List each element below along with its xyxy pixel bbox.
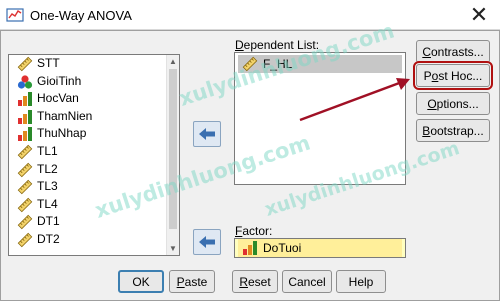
ordinal-bars-icon	[243, 241, 257, 255]
variable-list-item[interactable]: ThamNien	[9, 108, 166, 126]
scale-ruler-icon	[17, 197, 33, 213]
variable-list-item[interactable]: GioiTinh	[9, 73, 166, 91]
window-title: One-Way ANOVA	[30, 8, 132, 23]
variable-list-item[interactable]: ThuNhap	[9, 125, 166, 143]
scale-ruler-icon	[242, 56, 258, 72]
variable-list-item[interactable]: TL4	[9, 196, 166, 214]
reset-button[interactable]: Reset	[232, 270, 278, 293]
move-to-factor-button[interactable]	[193, 229, 221, 255]
variable-list-item[interactable]: TL3	[9, 178, 166, 196]
variable-list-item[interactable]: TL2	[9, 161, 166, 179]
variable-list-item[interactable]: HocVan	[9, 90, 166, 108]
dependent-item[interactable]: F_HL	[238, 55, 402, 73]
variable-list-item[interactable]: STT	[9, 55, 166, 73]
close-button[interactable]: ✕	[458, 0, 500, 30]
contrasts-button[interactable]: Contrasts...	[416, 40, 490, 63]
variable-list-item[interactable]: DT1	[9, 213, 166, 231]
variable-name: ThamNien	[37, 108, 93, 123]
scroll-up-icon[interactable]: ▲	[167, 55, 179, 68]
variable-list-scrollbar[interactable]: ▲ ▼	[166, 55, 179, 255]
dependent-list-label: Dependent List:	[235, 38, 320, 52]
bootstrap-button[interactable]: Bootstrap...	[416, 119, 490, 142]
scale-ruler-icon	[17, 144, 33, 160]
variable-name: DT1	[37, 214, 60, 229]
ordinal-bars-icon	[18, 92, 32, 107]
variable-name: TL2	[37, 161, 58, 176]
factor-field[interactable]: DoTuoi	[234, 238, 406, 258]
variable-name: GioiTinh	[37, 73, 82, 88]
variable-name: ThuNhap	[37, 126, 87, 141]
variable-name: DT2	[37, 231, 60, 246]
scale-ruler-icon	[17, 232, 33, 248]
scale-ruler-icon	[17, 215, 33, 230]
variable-name: HocVan	[37, 91, 79, 106]
variable-source-list[interactable]: STT GioiTinh HocVan ThamNien ThuNhap TL1 TL2 TL…	[8, 54, 180, 256]
post-hoc-button[interactable]: Po st Hoc...	[413, 61, 493, 90]
factor-label: Factor:	[235, 224, 273, 238]
arrow-left-icon	[199, 236, 215, 248]
variable-list-item[interactable]: TL1	[9, 143, 166, 161]
dependent-list[interactable]: F_HL	[234, 52, 406, 185]
ordinal-bars-icon	[18, 109, 32, 124]
nominal-balls-icon	[17, 74, 33, 89]
close-icon: ✕	[469, 2, 489, 27]
variable-name: TL4	[37, 196, 58, 211]
scroll-down-icon[interactable]: ▼	[167, 242, 179, 255]
dependent-item-label: F_HL	[263, 57, 293, 71]
scale-ruler-icon	[17, 56, 33, 72]
variable-name: TL1	[37, 143, 58, 158]
factor-item[interactable]: DoTuoi	[238, 239, 402, 257]
paste-button[interactable]: Paste	[169, 270, 215, 293]
ok-button[interactable]: OK	[118, 270, 164, 293]
variable-items: STT GioiTinh HocVan ThamNien ThuNhap TL1 TL2 TL…	[9, 55, 166, 255]
variable-list-item[interactable]: DT2	[9, 231, 166, 249]
scale-ruler-icon	[17, 162, 33, 177]
spss-app-icon	[6, 8, 24, 22]
help-button[interactable]: Help	[336, 270, 386, 293]
title-bar: One-Way ANOVA ✕	[0, 0, 500, 30]
variable-name: STT	[37, 56, 60, 70]
cancel-button[interactable]: Cancel	[282, 270, 332, 293]
scale-ruler-icon	[17, 179, 33, 195]
ordinal-bars-icon	[18, 127, 32, 142]
options-button[interactable]: Options...	[416, 92, 490, 115]
scroll-thumb[interactable]	[169, 69, 177, 229]
variable-name: TL3	[37, 179, 58, 194]
move-to-dependent-button[interactable]	[193, 121, 221, 147]
factor-value: DoTuoi	[263, 241, 302, 255]
arrow-left-icon	[199, 128, 215, 140]
